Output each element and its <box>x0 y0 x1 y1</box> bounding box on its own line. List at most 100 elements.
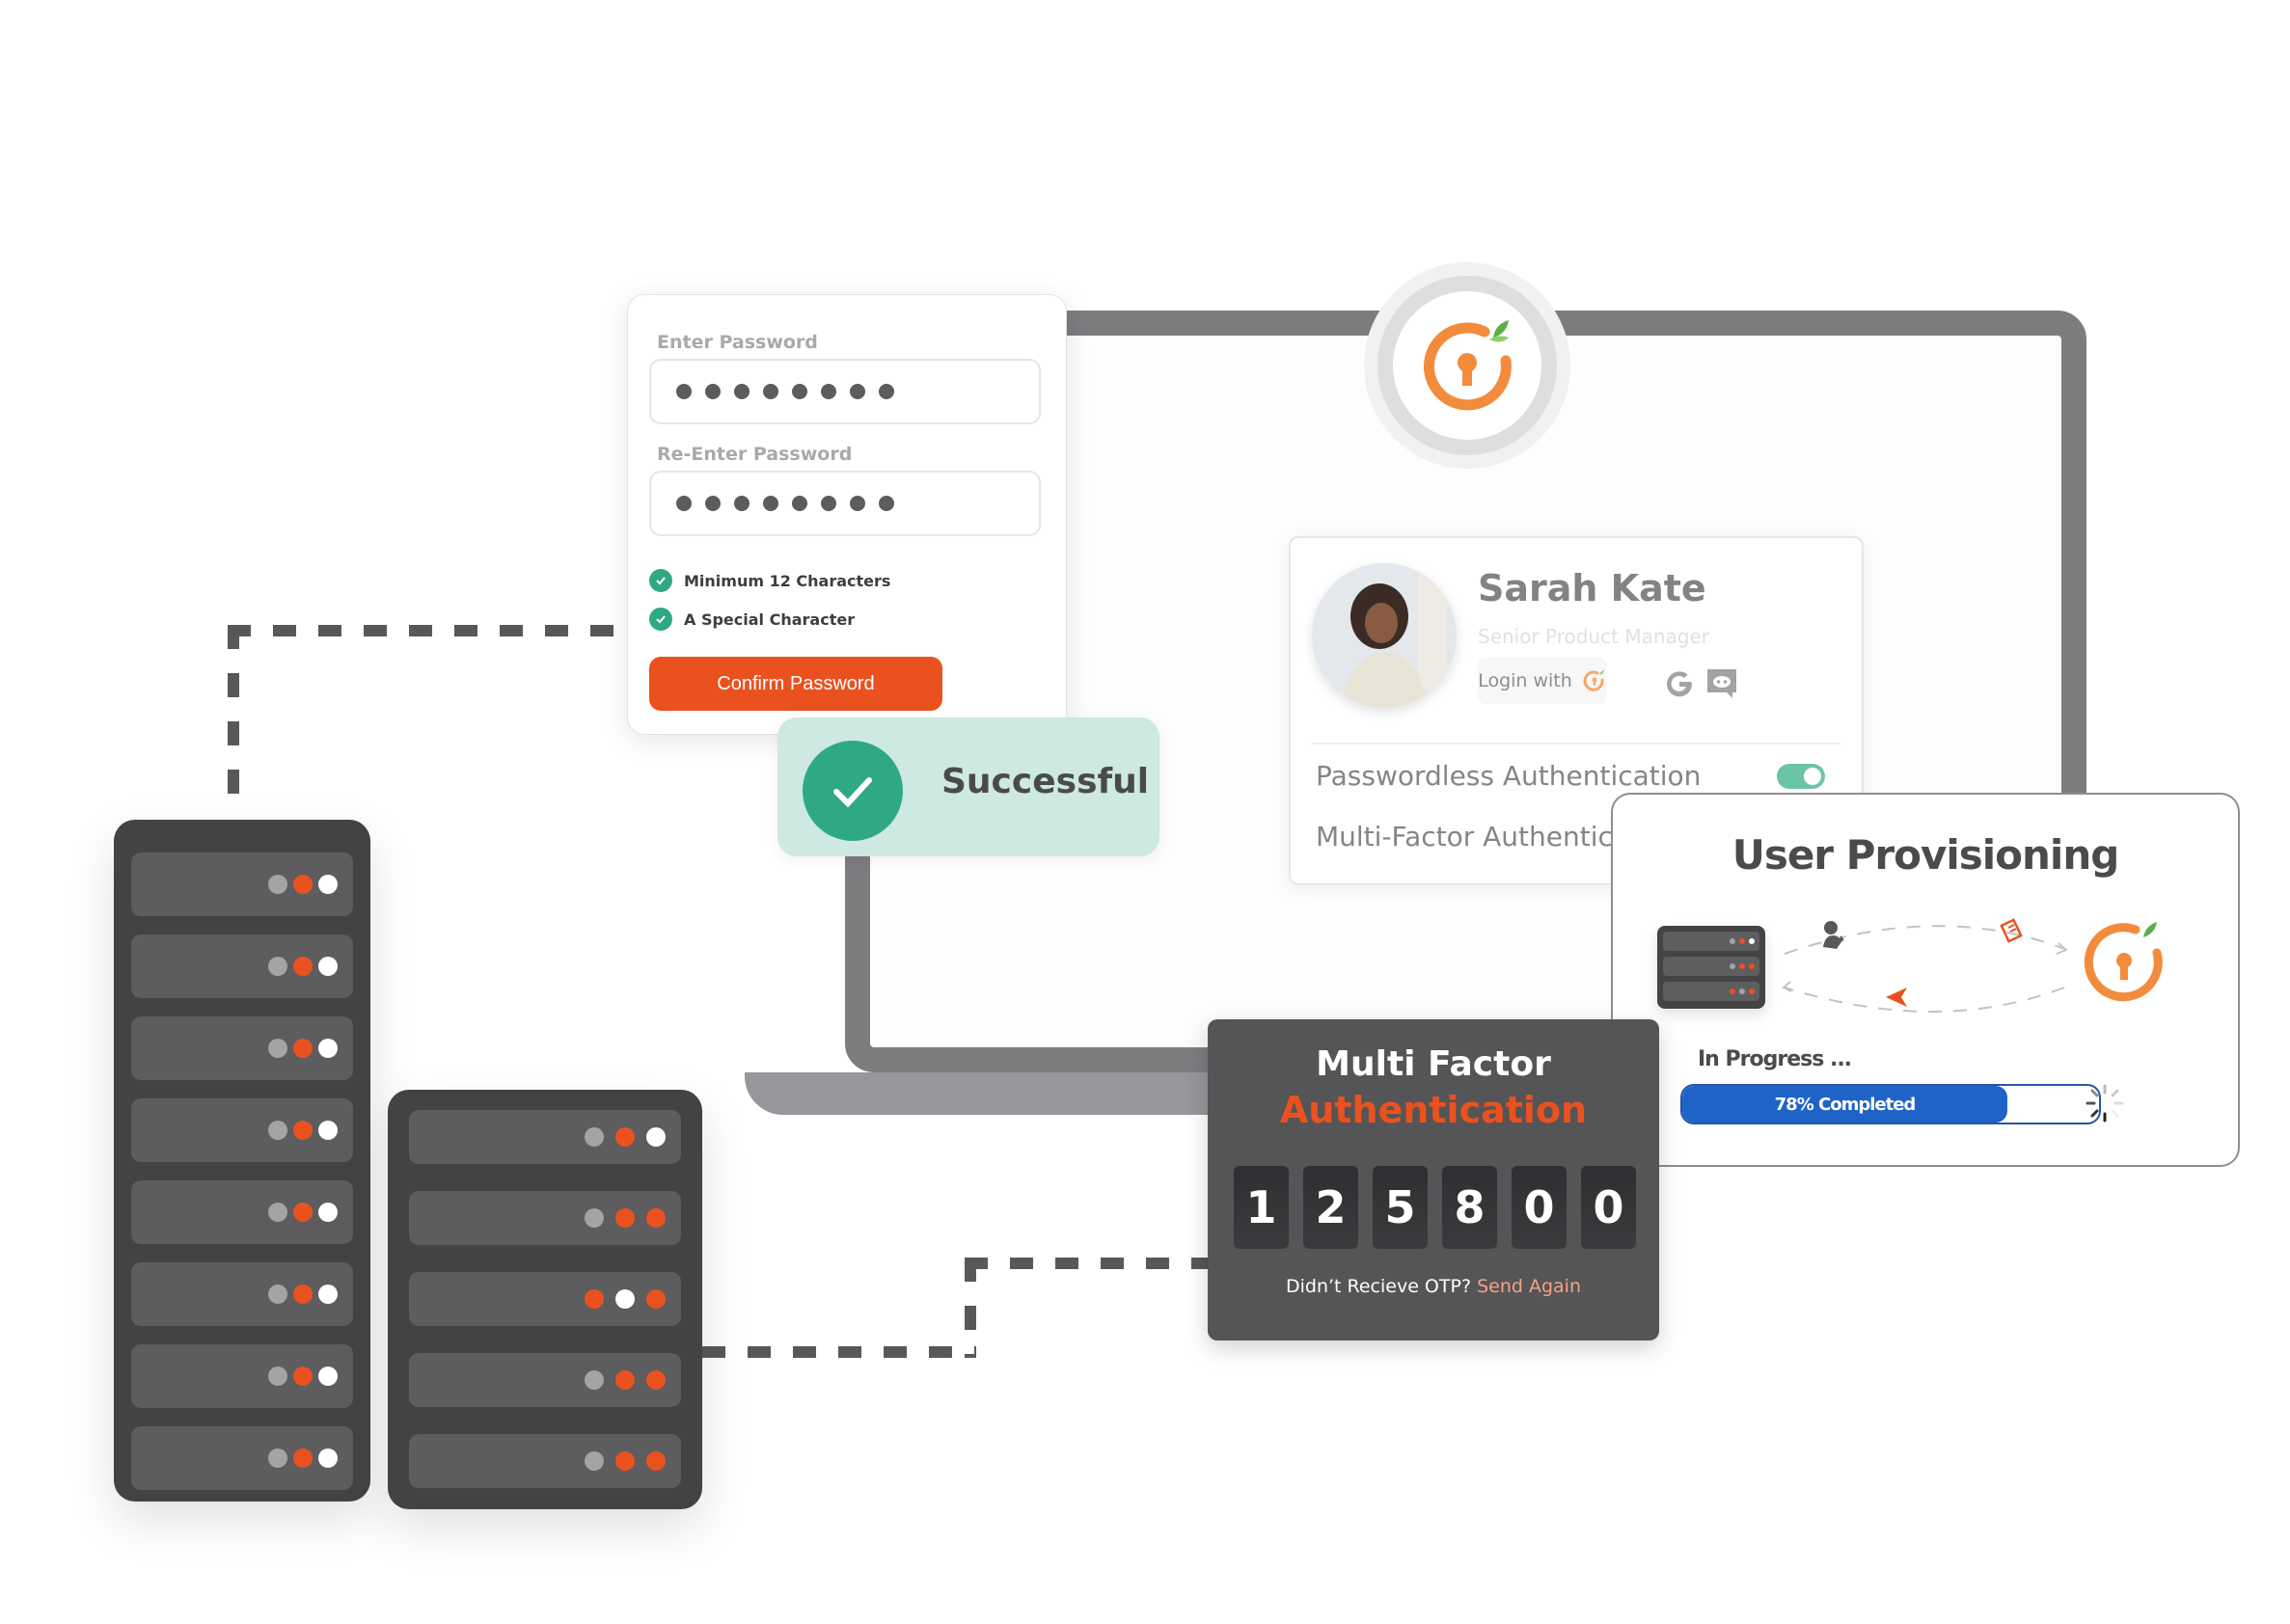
connector-line-top <box>228 625 627 636</box>
status-led <box>318 1285 338 1304</box>
server-icon <box>1657 926 1765 1009</box>
status-led <box>293 1367 313 1386</box>
requirement-min-length: Minimum 12 Characters <box>649 569 890 592</box>
status-led <box>585 1208 604 1228</box>
progress-status: In Progress ... <box>1698 1047 1852 1071</box>
send-again-link[interactable]: Send Again <box>1477 1276 1581 1297</box>
connector-line-mfa-lower <box>702 1346 976 1358</box>
status-led <box>293 1039 313 1058</box>
mask-dot <box>879 496 894 511</box>
otp-digit[interactable]: 0 <box>1581 1166 1636 1249</box>
progress-text: 78% Completed <box>1774 1094 1917 1115</box>
otp-resend-prompt: Didn’t Recieve OTP? Send Again <box>1208 1276 1659 1297</box>
status-led <box>615 1370 635 1390</box>
server-unit <box>131 1016 353 1080</box>
mask-dot <box>792 496 807 511</box>
status-led <box>293 1448 313 1468</box>
status-led <box>1739 938 1745 944</box>
keyhole-logo-icon <box>1583 670 1604 691</box>
status-led <box>1730 938 1735 944</box>
status-led <box>268 1448 287 1468</box>
status-led <box>1739 963 1745 969</box>
status-led <box>646 1127 666 1147</box>
enter-password-label: Enter Password <box>657 332 818 353</box>
status-led <box>318 875 338 894</box>
otp-digit[interactable]: 8 <box>1442 1166 1497 1249</box>
requirement-label: A Special Character <box>684 609 856 629</box>
enter-password-input[interactable] <box>649 359 1041 424</box>
status-led <box>646 1208 666 1228</box>
server-unit <box>131 1098 353 1162</box>
status-led <box>268 1367 287 1386</box>
status-led <box>268 957 287 976</box>
server-unit <box>131 934 353 998</box>
success-badge: Successful <box>777 717 1159 856</box>
mfa-title-line1: Multi Factor <box>1316 1044 1551 1084</box>
check-circle-icon <box>649 569 672 592</box>
status-led <box>293 1121 313 1140</box>
check-circle-icon <box>649 608 672 631</box>
status-led <box>646 1370 666 1390</box>
status-led <box>293 957 313 976</box>
mask-dot <box>879 384 894 399</box>
sync-arrows-diagram <box>1782 918 2068 1013</box>
otp-digit[interactable]: 2 <box>1303 1166 1358 1249</box>
mask-dot <box>850 496 865 511</box>
reenter-password-label: Re-Enter Password <box>657 444 853 465</box>
status-led <box>1749 963 1755 969</box>
mask-dot <box>792 384 807 399</box>
reenter-password-input[interactable] <box>649 471 1041 536</box>
document-icon <box>2000 918 2023 943</box>
status-led <box>585 1451 604 1471</box>
status-led <box>318 1367 338 1386</box>
google-icon[interactable] <box>1663 667 1696 700</box>
server-unit <box>131 1180 353 1244</box>
status-led <box>293 875 313 894</box>
status-led <box>615 1289 635 1309</box>
mask-dot <box>705 496 721 511</box>
user-name: Sarah Kate <box>1478 567 1706 609</box>
status-led <box>268 875 287 894</box>
confirm-password-button[interactable]: Confirm Password <box>649 657 942 711</box>
status-led <box>585 1127 604 1147</box>
status-led <box>1749 938 1755 944</box>
mask-dot <box>821 496 836 511</box>
discord-icon[interactable] <box>1705 667 1738 700</box>
passwordless-auth-toggle[interactable] <box>1777 764 1825 789</box>
mask-dot <box>734 384 750 399</box>
status-led <box>293 1203 313 1222</box>
mask-dot <box>676 496 692 511</box>
passwordless-auth-label: Passwordless Authentication <box>1316 760 1702 792</box>
otp-digit[interactable]: 5 <box>1373 1166 1428 1249</box>
status-led <box>1749 988 1755 994</box>
otp-digit[interactable]: 0 <box>1512 1166 1567 1249</box>
login-with-button[interactable]: Login with <box>1478 658 1607 704</box>
login-with-label: Login with <box>1478 670 1572 691</box>
status-led <box>268 1121 287 1140</box>
mask-dot <box>821 384 836 399</box>
otp-digit[interactable]: 1 <box>1234 1166 1289 1249</box>
status-led <box>318 1121 338 1140</box>
keyhole-logo-icon <box>2084 922 2163 1002</box>
status-led <box>615 1208 635 1228</box>
otp-resend-text: Didn’t Recieve OTP? <box>1285 1276 1472 1297</box>
user-provisioning-card: User Provisioning In Progress ... 78% Co… <box>1611 793 2240 1167</box>
mfa-card: Multi Factor Authentication 1 2 5 8 0 0 … <box>1208 1019 1659 1340</box>
mask-dot <box>734 496 750 511</box>
status-led <box>615 1127 635 1147</box>
status-led <box>318 1039 338 1058</box>
avatar <box>1312 563 1457 708</box>
status-led <box>318 957 338 976</box>
status-led <box>318 1203 338 1222</box>
server-unit <box>409 1191 681 1245</box>
requirement-special-char: A Special Character <box>649 608 855 631</box>
status-led <box>1730 988 1735 994</box>
connector-line-mfa-vertical <box>965 1258 976 1358</box>
server-rack-left <box>114 820 370 1502</box>
keyhole-logo-icon <box>1423 320 1512 411</box>
connector-line-left <box>228 625 239 818</box>
server-unit <box>409 1434 681 1488</box>
server-unit <box>1663 932 1759 951</box>
status-led <box>1730 963 1735 969</box>
status-led <box>615 1451 635 1471</box>
